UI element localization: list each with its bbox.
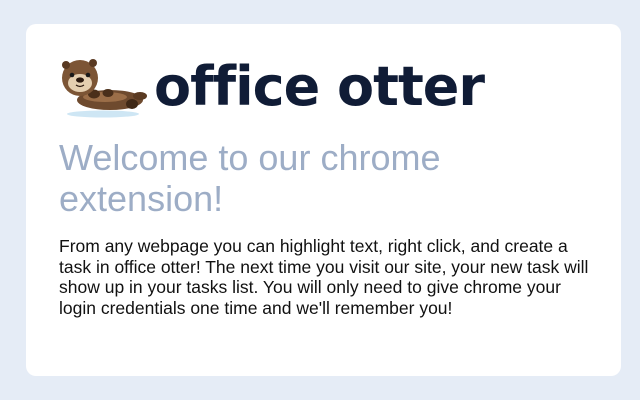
brand-header: office otter [58, 54, 485, 120]
description-text: From any webpage you can highlight text,… [59, 236, 589, 318]
brand-name: office otter [154, 55, 485, 118]
welcome-heading: Welcome to our chrome extension! [59, 137, 441, 219]
otter-icon [62, 59, 147, 118]
welcome-card: office otter Welcome to our chrome exten… [26, 24, 621, 376]
